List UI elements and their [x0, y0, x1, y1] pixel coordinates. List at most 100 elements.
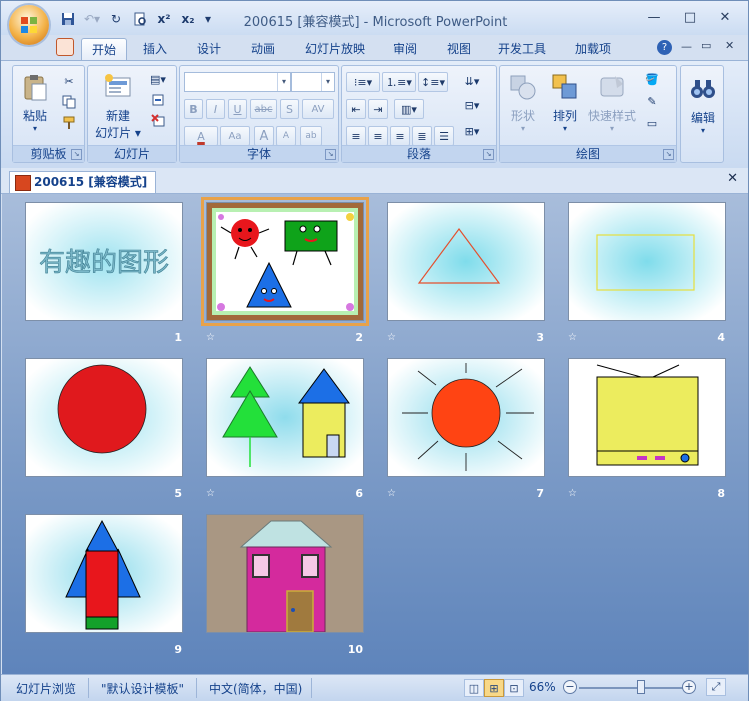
status-theme[interactable]: "默认设计模板"	[101, 680, 184, 697]
delete-slide-icon[interactable]	[148, 112, 168, 130]
slide-7-transition-icon[interactable]: ☆	[387, 488, 396, 499]
numbering-button[interactable]: ⒈≡▾	[382, 72, 416, 92]
paste-button[interactable]: 粘贴 ▾	[17, 72, 53, 133]
status-language[interactable]: 中文(简体，中国)	[209, 680, 302, 697]
slide-6-transition-icon[interactable]: ☆	[206, 488, 215, 499]
ribbon-restore-button[interactable]: ▭	[701, 39, 711, 52]
new-slide-button[interactable]: 新建 幻灯片 ▾	[92, 72, 144, 141]
arrange-button[interactable]: 排列 ▾	[546, 72, 584, 133]
shapes-button[interactable]: 形状 ▾	[504, 72, 542, 133]
maximize-button[interactable]: □	[677, 7, 703, 27]
slide-thumbnail-4[interactable]	[568, 202, 726, 321]
document-tab[interactable]: 200615 [兼容模式]	[9, 171, 157, 193]
ribbon-minimize-button[interactable]: —	[681, 40, 692, 53]
slide-2-transition-icon[interactable]: ☆	[206, 332, 215, 343]
tab-review[interactable]: 审阅	[385, 38, 425, 60]
underline-button[interactable]: U	[228, 99, 247, 119]
minimize-button[interactable]: —	[641, 7, 667, 27]
tab-slideshow[interactable]: 幻灯片放映	[297, 38, 373, 60]
font-color-button[interactable]: A	[184, 126, 218, 146]
strikethrough-button[interactable]: abc	[250, 99, 277, 119]
tab-insert[interactable]: 插入	[135, 38, 175, 60]
line-spacing-button[interactable]: ↕≡▾	[418, 72, 448, 92]
tab-animations[interactable]: 动画	[243, 38, 283, 60]
align-left-button[interactable]: ≡	[346, 126, 366, 146]
cut-icon[interactable]: ✂	[59, 72, 79, 90]
office-button[interactable]	[9, 5, 49, 45]
slide-3-transition-icon[interactable]: ☆	[387, 332, 396, 343]
reset-slide-icon[interactable]	[148, 91, 168, 109]
copy-icon[interactable]	[59, 93, 79, 111]
ribbon-close-button[interactable]: ✕	[725, 39, 734, 52]
help-icon[interactable]: ?	[657, 40, 672, 55]
align-center-button[interactable]: ≡	[368, 126, 388, 146]
slide-sorter-view-button[interactable]: ⊞	[484, 679, 504, 697]
quick-styles-button[interactable]: 快速样式 ▾	[586, 72, 638, 133]
clear-formatting-button[interactable]: ab	[300, 126, 322, 146]
smartart-icon[interactable]: ⊞▾	[462, 122, 482, 140]
align-right-button[interactable]: ≡	[390, 126, 410, 146]
slide-thumbnail-2[interactable]	[201, 197, 369, 326]
tab-view[interactable]: 视图	[439, 38, 479, 60]
shrink-font-button[interactable]: A	[276, 126, 296, 146]
tab-developer[interactable]: 开发工具	[491, 38, 553, 60]
grow-font-button[interactable]: A	[254, 126, 274, 146]
slide-4-transition-icon[interactable]: ☆	[568, 332, 577, 343]
zoom-slider-thumb[interactable]	[637, 680, 645, 694]
italic-button[interactable]: I	[206, 99, 225, 119]
new-slide-label: 新建	[105, 109, 130, 123]
change-case-button[interactable]: Aa	[220, 126, 250, 146]
drawing-launcher[interactable]: ↘	[663, 149, 674, 160]
zoom-out-button[interactable]: −	[563, 680, 577, 694]
shape-fill-icon[interactable]: 🪣	[642, 70, 662, 88]
bullets-button[interactable]: ⁝≡▾	[346, 72, 380, 92]
fit-to-window-button[interactable]: ⤢	[706, 678, 726, 696]
paragraph-launcher[interactable]: ↘	[483, 149, 494, 160]
slide-8-transition-icon[interactable]: ☆	[568, 488, 577, 499]
slideshow-view-button[interactable]: ⊡	[504, 679, 524, 697]
increase-indent-button[interactable]: ⇥	[368, 99, 388, 119]
normal-view-button[interactable]: ◫	[464, 679, 484, 697]
layout-icon[interactable]: ▤▾	[148, 70, 168, 88]
shape-effects-icon[interactable]: ▭	[642, 114, 662, 132]
bold-button[interactable]: B	[184, 99, 203, 119]
slide-thumbnail-6[interactable]	[206, 358, 364, 477]
shape-outline-icon[interactable]: ✎	[642, 92, 662, 110]
format-painter-icon[interactable]	[59, 114, 79, 132]
slide-thumbnail-10[interactable]	[206, 514, 364, 633]
distributed-button[interactable]: ☰	[434, 126, 454, 146]
character-spacing-button[interactable]: AV	[302, 99, 334, 119]
font-size-combo[interactable]: ▾	[291, 72, 335, 92]
tab-home[interactable]: 开始	[81, 38, 127, 61]
ribbon-tabs: 开始 插入 设计 动画 幻灯片放映 审阅 视图 开发工具 加载项 ? — ▭ ✕	[1, 35, 748, 61]
decrease-indent-button[interactable]: ⇤	[346, 99, 366, 119]
slide-thumbnail-5[interactable]	[25, 358, 183, 477]
slide-thumbnail-9[interactable]	[25, 514, 183, 633]
zoom-in-button[interactable]: +	[682, 680, 696, 694]
font-name-combo[interactable]: ▾	[184, 72, 291, 92]
tab-addins[interactable]: 加载项	[567, 38, 619, 60]
binoculars-icon	[691, 80, 715, 98]
mini-office-icon[interactable]	[56, 38, 74, 56]
slide-thumbnail-3[interactable]	[387, 202, 545, 321]
zoom-slider[interactable]	[579, 687, 683, 689]
tab-design[interactable]: 设计	[189, 38, 229, 60]
text-direction-icon[interactable]: ⇊▾	[462, 72, 482, 90]
close-button[interactable]: ✕	[712, 7, 738, 27]
window-title: 200615 [兼容模式] - Microsoft PowerPoint	[243, 15, 508, 30]
editing-button[interactable]: 编辑 ▾	[683, 74, 723, 135]
arrange-label: 排列	[552, 109, 577, 123]
slide-number-10: 10	[347, 643, 363, 656]
columns-button[interactable]: ▥▾	[394, 99, 424, 119]
justify-button[interactable]: ≣	[412, 126, 432, 146]
slide-thumbnail-8[interactable]	[568, 358, 726, 477]
document-close-button[interactable]: ✕	[727, 171, 738, 186]
font-launcher[interactable]: ↘	[325, 149, 336, 160]
slide-thumbnail-1[interactable]: 有趣的图形	[25, 202, 183, 321]
shadow-button[interactable]: S	[280, 99, 299, 119]
slide-thumbnail-7[interactable]	[387, 358, 545, 477]
align-text-icon[interactable]: ⊟▾	[462, 96, 482, 114]
zoom-level[interactable]: 66%	[529, 680, 556, 694]
clipboard-launcher[interactable]: ↘	[71, 149, 82, 160]
slide-number-8: 8	[717, 487, 725, 500]
